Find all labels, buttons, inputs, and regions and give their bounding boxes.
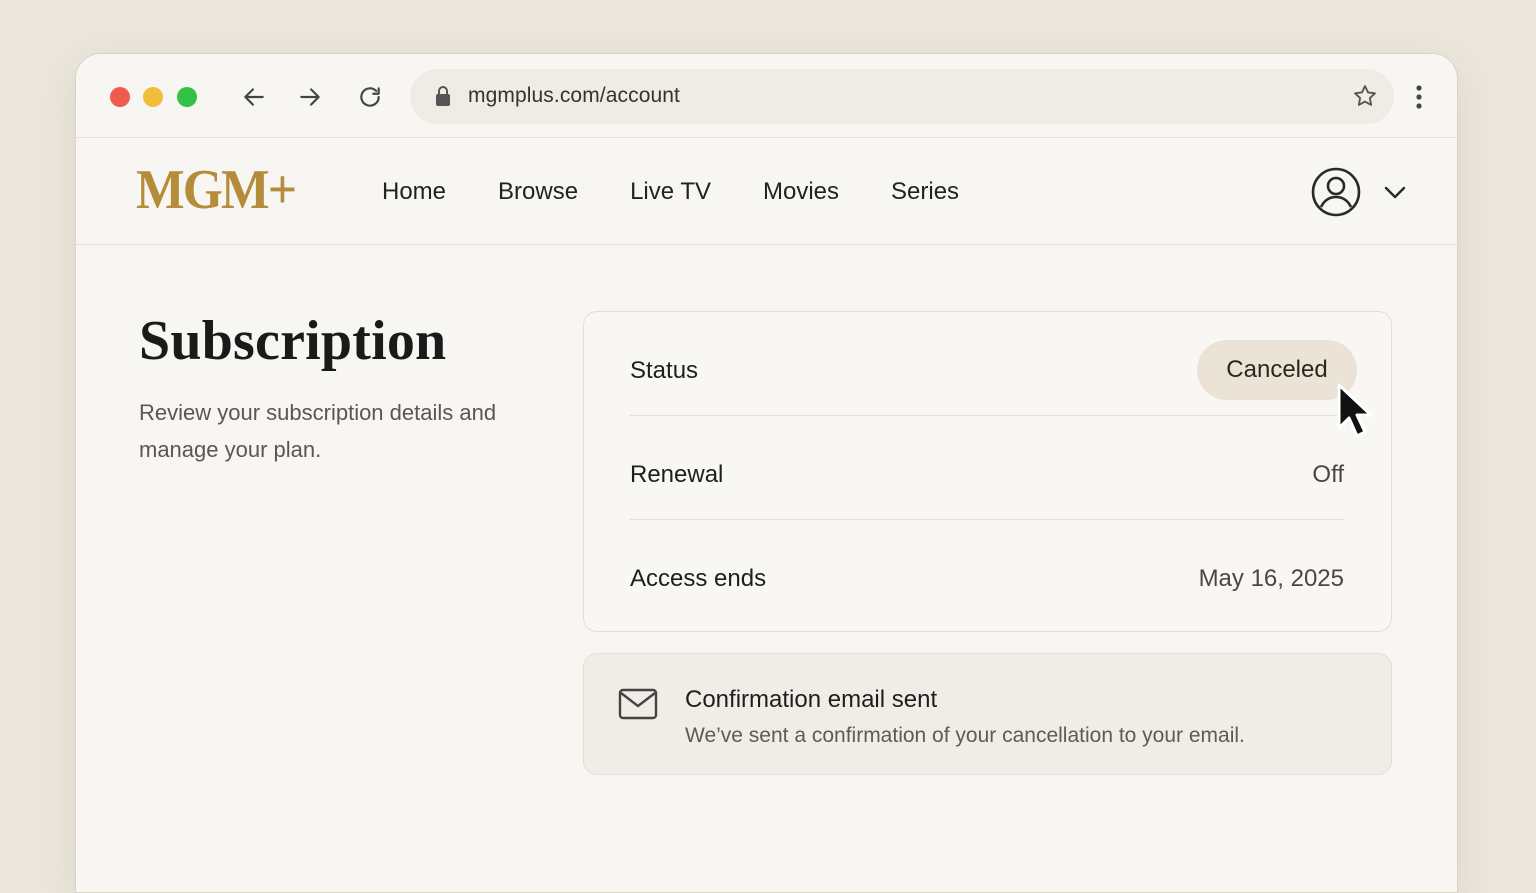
lock-icon (436, 86, 450, 106)
browser-window: mgmplus.com/account MGM+ Home Browse Liv… (75, 53, 1458, 893)
nav-home[interactable]: Home (382, 178, 446, 206)
back-button[interactable] (239, 82, 269, 112)
page-subtitle: Review your subscription details and man… (139, 400, 497, 462)
access-ends-label: Access ends (630, 565, 767, 592)
mail-icon (618, 688, 658, 720)
url-text[interactable]: mgmplus.com/account (468, 84, 680, 108)
user-avatar-icon[interactable] (1310, 166, 1362, 218)
subscription-card: Status Canceled Renewal Off Access ends … (583, 311, 1392, 632)
address-bar[interactable]: mgmplus.com/account (410, 69, 1394, 124)
star-icon[interactable] (1352, 83, 1378, 109)
kebab-menu-icon[interactable] (1407, 82, 1431, 112)
status-badge[interactable]: Canceled (1197, 340, 1357, 400)
status-row: Status Canceled (630, 312, 1357, 416)
mgm-plus-logo[interactable]: MGM+ (136, 162, 297, 218)
nav-live-tv[interactable]: Live TV (630, 178, 711, 206)
main-nav: Home Browse Live TV Movies Series (382, 178, 1011, 206)
reload-button[interactable] (355, 82, 385, 112)
renewal-label: Renewal (630, 461, 724, 488)
nav-movies[interactable]: Movies (763, 178, 839, 206)
mouse-pointer-icon (1337, 383, 1373, 438)
notice-title: Confirmation email sent (685, 686, 938, 713)
notice-text: We’ve sent a confirmation of your cancel… (685, 724, 1245, 747)
renewal-row: Renewal Off (630, 416, 1344, 520)
confirmation-notice: Confirmation email sent We’ve sent a con… (583, 653, 1392, 775)
access-ends-row: Access ends May 16, 2025 (630, 520, 1344, 632)
page-title: Subscription (139, 310, 447, 372)
browser-toolbar: mgmplus.com/account (76, 54, 1457, 138)
minimize-window-button[interactable] (143, 87, 163, 107)
maximize-window-button[interactable] (177, 87, 197, 107)
site-header: MGM+ Home Browse Live TV Movies Series (76, 138, 1457, 245)
reload-icon (360, 87, 380, 107)
forward-button[interactable] (295, 82, 325, 112)
arrow-left-icon (244, 88, 264, 106)
nav-series[interactable]: Series (891, 178, 959, 206)
chevron-down-icon[interactable] (1382, 180, 1408, 204)
arrow-right-icon (300, 88, 320, 106)
renewal-value: Off (1312, 461, 1344, 488)
close-window-button[interactable] (110, 87, 130, 107)
access-ends-value: May 16, 2025 (1198, 565, 1344, 592)
nav-browse[interactable]: Browse (498, 178, 578, 206)
status-label: Status (630, 357, 699, 384)
